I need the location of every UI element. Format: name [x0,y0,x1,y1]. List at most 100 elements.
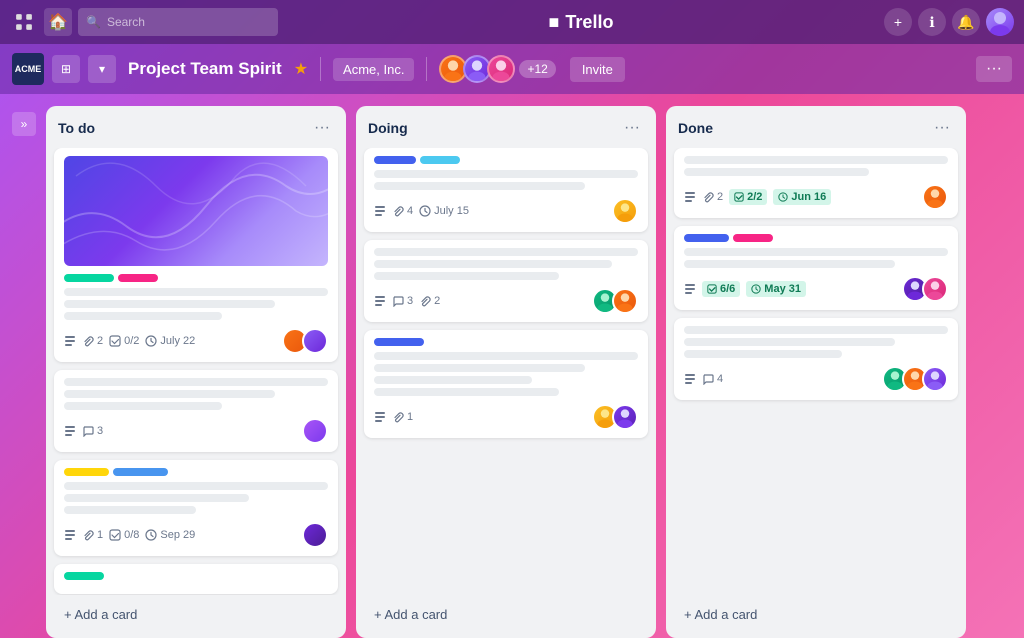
column-header-doing: Doing ··· [356,106,656,148]
card-avatars [882,366,948,392]
label-yellow [64,468,109,476]
card-avatar [612,198,638,224]
notification-button[interactable]: 🔔 [952,8,980,36]
text-line [684,156,948,164]
card-text-lines [64,378,328,410]
attachments-meta: 1 [82,529,103,541]
label-blue [113,468,168,476]
member-avatar-3[interactable] [487,55,515,83]
star-icon[interactable]: ★ [294,59,308,79]
card-todo-4[interactable] [54,564,338,594]
card-done-1[interactable]: 2 2/2 Jun 16 [674,148,958,218]
column-menu-todo[interactable]: ··· [310,116,334,140]
home-icon[interactable]: 🏠 [44,8,72,36]
card-footer: 2 0/2 July 22 [64,328,328,354]
card-todo-3[interactable]: 1 0/8 Sep 29 [54,460,338,556]
card-meta: 2 0/2 July 22 [64,335,274,347]
text-line [684,260,895,268]
text-line [64,482,328,490]
add-card-button-doing[interactable]: + Add a card [364,599,648,630]
checklist-meta: 0/8 [109,529,139,541]
card-meta: 4 July 15 [374,205,604,217]
card-text-lines [684,248,948,268]
card-text-lines [374,170,638,190]
column-header-done: Done ··· [666,106,966,148]
label-cyan [420,156,460,164]
add-card-button-todo[interactable]: + Add a card [54,599,338,630]
label-blue3 [684,234,729,242]
column-title-doing: Doing [368,120,408,136]
workspace-name[interactable]: Acme, Inc. [333,58,414,81]
card-avatars [592,288,638,314]
attachments-meta: 1 [392,411,413,423]
card-meta: 3 2 [374,295,584,307]
card-avatars [592,404,638,430]
text-line [64,378,328,386]
trello-logo-icon: ■ [549,12,560,33]
text-line [684,168,869,176]
column-cards-doing: 4 July 15 [356,148,656,595]
date-meta: July 22 [145,335,195,347]
card-text-lines [684,326,948,358]
add-card-button-done[interactable]: + Add a card [674,599,958,630]
card-done-2[interactable]: 6/6 May 31 [674,226,958,310]
card-meta: 2 2/2 Jun 16 [684,189,914,205]
label-green2 [64,572,104,580]
checklist-badge-done: 2/2 [729,189,767,205]
text-line [374,260,612,268]
text-line [64,288,328,296]
top-navigation: 🏠 🔍 Search ■ Trello + ℹ 🔔 [0,0,1024,44]
card-text-lines [374,352,638,396]
header-divider2 [426,57,427,81]
card-doing-3[interactable]: 1 [364,330,648,438]
user-avatar[interactable] [986,8,1014,36]
attachments-meta: 2 [82,335,103,347]
label-blue2 [374,338,424,346]
sidebar-toggle-button[interactable]: » [12,112,36,136]
text-line [64,506,196,514]
info-button[interactable]: ℹ [918,8,946,36]
board-view-icon[interactable]: ⊞ [52,55,80,83]
member-count[interactable]: +12 [519,60,555,78]
app-name: Trello [565,12,613,33]
card-meta: 1 0/8 Sep 29 [64,529,294,541]
checklist-badge-done2: 6/6 [702,281,740,297]
board-dropdown-icon[interactable]: ▾ [88,55,116,83]
text-line [374,182,585,190]
card-done-3[interactable]: 4 [674,318,958,400]
attachments-meta: 2 [702,191,723,203]
card-avatars [902,276,948,302]
text-line [684,350,842,358]
card-todo-1[interactable]: 2 0/2 July 22 [54,148,338,362]
text-line [374,376,532,384]
invite-button[interactable]: Invite [570,57,625,82]
search-bar[interactable]: 🔍 Search [78,8,278,36]
desc-icon [64,425,76,437]
text-line [64,390,275,398]
card-avatar [922,366,948,392]
add-button[interactable]: + [884,8,912,36]
grid-icon[interactable] [10,8,38,36]
card-avatars [302,522,328,548]
date-meta: July 15 [419,205,469,217]
card-todo-2[interactable]: 3 [54,370,338,452]
desc-icon [374,205,386,217]
card-footer: 1 0/8 Sep 29 [64,522,328,548]
column-menu-done[interactable]: ··· [930,116,954,140]
board-members: +12 [439,55,555,83]
text-line [64,300,275,308]
column-title-done: Done [678,120,713,136]
column-menu-doing[interactable]: ··· [620,116,644,140]
label-green [64,274,114,282]
card-labels [64,572,328,580]
card-doing-1[interactable]: 4 July 15 [364,148,648,232]
label-pink [118,274,158,282]
card-labels [684,234,948,242]
card-avatar [302,418,328,444]
nav-actions: + ℹ 🔔 [884,8,1014,36]
card-labels [374,338,638,346]
app-logo: ■ Trello [284,12,878,33]
column-done: Done ··· 2 [666,106,966,638]
board-more-button[interactable]: ··· [976,56,1012,82]
card-doing-2[interactable]: 3 2 [364,240,648,322]
